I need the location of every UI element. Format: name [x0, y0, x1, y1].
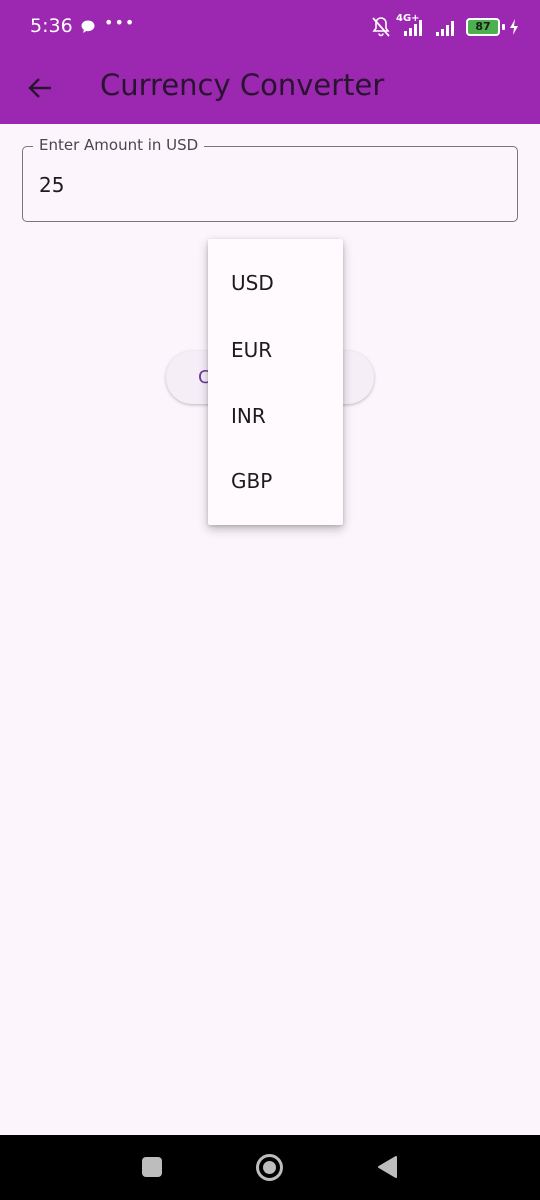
menu-item-inr[interactable]: INR: [208, 386, 343, 446]
app-bar: Currency Converter: [0, 56, 540, 124]
arrow-left-icon: [28, 78, 51, 98]
back-button[interactable]: [18, 66, 62, 110]
charging-bolt-icon: [510, 19, 518, 35]
currency-dropdown-menu: USD EUR INR GBP: [208, 239, 343, 525]
battery-level: 87: [475, 20, 491, 33]
bell-off-icon: [372, 17, 390, 37]
battery-icon: 87: [466, 18, 500, 36]
page-title: Currency Converter: [100, 68, 385, 102]
chat-bubble-icon: [81, 20, 95, 33]
amount-input[interactable]: [39, 169, 499, 201]
status-bar: 5:36 ••• 4G+ 87: [0, 0, 540, 56]
menu-item-eur[interactable]: EUR: [208, 320, 343, 380]
back-triangle-icon[interactable]: [376, 1155, 398, 1179]
signal-strength-icon: [404, 20, 422, 36]
amount-field-label: Enter Amount in USD: [33, 136, 205, 154]
home-icon[interactable]: [256, 1154, 283, 1181]
more-notifications-icon: •••: [104, 13, 136, 32]
system-nav-bar: [0, 1135, 540, 1200]
menu-item-usd[interactable]: USD: [208, 253, 343, 313]
amount-field[interactable]: Enter Amount in USD: [22, 136, 518, 222]
signal-strength-icon-2: [436, 21, 454, 36]
status-time: 5:36: [30, 15, 73, 37]
battery-tip: [502, 24, 505, 30]
menu-item-gbp[interactable]: GBP: [208, 451, 343, 511]
recent-apps-icon[interactable]: [142, 1157, 162, 1177]
